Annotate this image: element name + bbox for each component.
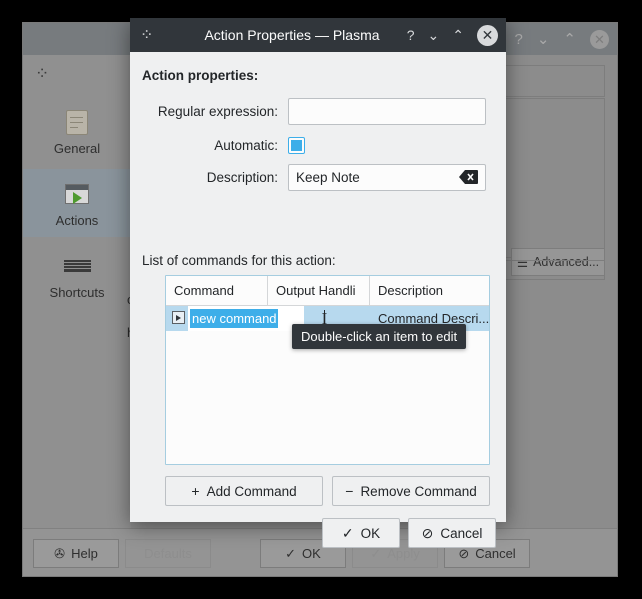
window-play-icon — [62, 179, 92, 209]
clear-text-icon[interactable] — [459, 170, 478, 184]
sidebar-item-label: Shortcuts — [49, 284, 105, 300]
sidebar-item-actions[interactable]: Actions — [23, 169, 131, 237]
remove-command-button[interactable]: − Remove Command — [332, 476, 490, 506]
check-icon: ✓ — [285, 545, 297, 561]
sidebar-item-shortcuts[interactable]: Shortcuts — [23, 241, 131, 309]
expand-triangle-icon[interactable] — [172, 311, 185, 324]
dialog-body: Action properties: Regular expression: A… — [130, 52, 506, 548]
section-label: Action properties: — [142, 68, 259, 83]
list-of-commands-label: List of commands for this action: — [142, 253, 336, 268]
chevron-up-icon[interactable]: ⌃ — [452, 28, 464, 42]
sidebar-item-general[interactable]: General — [23, 97, 131, 165]
background-titlebar-buttons: ? ⌄ ⌃ ✕ — [515, 23, 609, 55]
description-label: Description: — [206, 169, 278, 185]
automatic-label: Automatic: — [214, 137, 278, 153]
dialog-titlebar[interactable]: ⁘ Action Properties — Plasma ? ⌄ ⌃ ✕ — [130, 18, 506, 52]
screen: ? ⌄ ⌃ ✕ ⁘ General Actions Shortcuts ⚌ Ad… — [0, 0, 642, 599]
regular-expression-row: Regular expression: — [130, 97, 506, 125]
action-properties-dialog[interactable]: ⁘ Action Properties — Plasma ? ⌄ ⌃ ✕ Act… — [130, 18, 506, 548]
command-inline-edit-input[interactable]: new command — [188, 306, 304, 331]
chevron-down-icon[interactable]: ⌄ — [428, 28, 440, 42]
background-sidebar: ⁘ General Actions Shortcuts — [23, 55, 131, 576]
commands-table-header: Command Output Handli Description — [166, 276, 489, 306]
background-bottom-button-bar: ✇ Help Defaults ✓ OK ✓ Apply ⊘ Cancel — [23, 528, 617, 576]
sidebar-item-label: Actions — [55, 212, 99, 228]
automatic-row: Automatic: — [130, 132, 506, 158]
plasma-logo-icon: ⁘ — [35, 64, 50, 83]
description-input[interactable] — [288, 163, 486, 191]
defaults-button: Defaults — [125, 539, 211, 568]
dialog-titlebar-buttons: ? ⌄ ⌃ ✕ — [407, 18, 498, 52]
add-command-button[interactable]: + Add Command — [165, 476, 323, 506]
close-x-icon[interactable]: ✕ — [590, 29, 609, 49]
chevron-down-icon[interactable]: ⌄ — [537, 30, 550, 48]
command-inline-edit-selected-text: new command — [190, 309, 278, 328]
sidebar-item-label: General — [53, 140, 101, 156]
question-mark-icon[interactable]: ? — [515, 31, 523, 48]
column-header-description[interactable]: Description — [370, 276, 489, 305]
tooltip: Double-click an item to edit — [292, 324, 467, 349]
clipboard-icon — [62, 107, 92, 137]
cancel-icon: ⊘ — [421, 525, 434, 541]
description-input-wrap — [288, 163, 486, 191]
check-icon: ✓ — [341, 525, 354, 541]
dialog-ok-button[interactable]: ✓ OK — [322, 518, 400, 548]
minus-icon: − — [345, 483, 354, 499]
commands-listview[interactable]: Command Output Handli Description ore Co… — [165, 275, 490, 465]
regular-expression-input[interactable] — [288, 97, 486, 125]
help-icon: ✇ — [54, 545, 66, 561]
chevron-up-icon[interactable]: ⌃ — [563, 30, 576, 48]
column-header-output-handling[interactable]: Output Handli — [268, 276, 370, 305]
question-mark-icon[interactable]: ? — [407, 28, 415, 42]
regular-expression-label: Regular expression: — [157, 103, 278, 119]
help-button[interactable]: ✇ Help — [33, 539, 119, 568]
dialog-cancel-button[interactable]: ⊘ Cancel — [408, 518, 496, 548]
column-header-command[interactable]: Command — [166, 276, 268, 305]
automatic-checkbox[interactable] — [288, 136, 305, 154]
description-row: Description: — [130, 163, 506, 191]
plus-icon: + — [191, 483, 200, 499]
keyboard-icon — [62, 251, 92, 281]
close-x-icon[interactable]: ✕ — [477, 24, 498, 46]
